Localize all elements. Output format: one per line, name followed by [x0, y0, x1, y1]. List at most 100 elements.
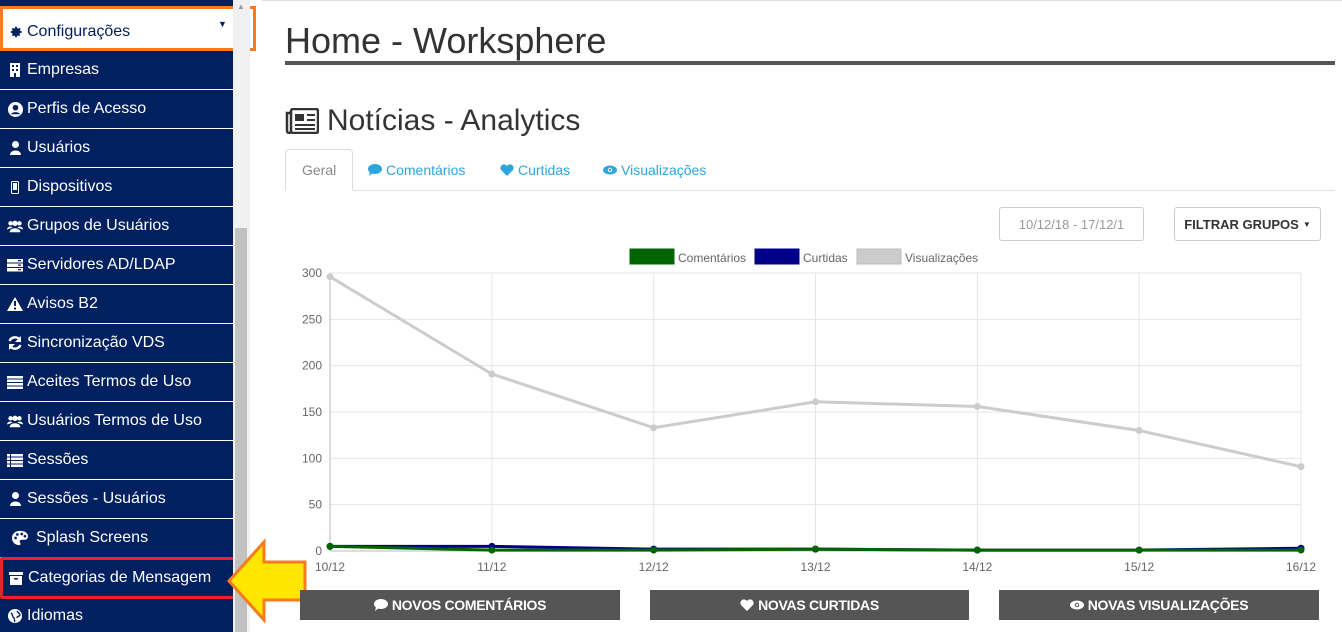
sidebar-item-servidores-ad-ldap[interactable]: Servidores AD/LDAP: [0, 246, 233, 285]
scroll-up-icon[interactable]: ▲: [237, 2, 245, 11]
sidebar-item-usuarios[interactable]: Usuários: [0, 129, 233, 168]
y-tick-label: 50: [309, 498, 323, 512]
comment-icon: [368, 164, 382, 176]
globe-icon: [7, 609, 23, 623]
sidebar-item-label: Aceites Termos de Uso: [27, 373, 192, 390]
sidebar-item-grupos-de-usuarios[interactable]: Grupos de Usuários: [0, 207, 233, 246]
x-tick-label: 15/12: [1124, 560, 1154, 574]
new-views-button[interactable]: NOVAS VISUALIZAÇÕES: [999, 590, 1319, 620]
list-alt-icon: [7, 453, 23, 467]
sidebar-item-label: Sessões - Usuários: [27, 490, 166, 507]
sidebar-item-label: Categorias de Mensagem: [28, 569, 212, 586]
new-comments-button[interactable]: NOVOS COMENTÁRIOS: [300, 590, 620, 620]
gear-icon: [10, 26, 22, 38]
title-underline: [285, 61, 1335, 65]
sidebar-top-label: Configurações: [27, 23, 131, 40]
x-tick-label: 16/12: [1286, 560, 1316, 574]
y-tick-label: 100: [302, 451, 322, 465]
tab-geral[interactable]: Geral: [285, 149, 354, 191]
sidebar-item-sincronizacao-vds[interactable]: Sincronização VDS: [0, 324, 233, 363]
y-tick-label: 150: [302, 405, 322, 419]
warning-icon: [7, 297, 23, 311]
users-icon: [7, 414, 23, 428]
y-tick-label: 0: [315, 544, 322, 558]
user-icon: [7, 141, 23, 155]
sidebar-item-categorias-de-mensagem[interactable]: Categorias de Mensagem: [0, 557, 240, 599]
sidebar-item-dispositivos[interactable]: Dispositivos: [0, 168, 233, 207]
users-icon: [7, 219, 23, 233]
eye-icon: [1069, 600, 1084, 610]
caret-down-icon: ▼: [1302, 219, 1311, 229]
sidebar-item-usuarios-termos-de-uso[interactable]: Usuários Termos de Uso: [0, 402, 233, 441]
sidebar-item-idiomas[interactable]: Idiomas: [0, 597, 233, 632]
sidebar-item-avisos-b2[interactable]: Avisos B2: [0, 285, 233, 324]
newspaper-icon: [285, 108, 319, 134]
sidebar-item-label: Idiomas: [27, 607, 84, 624]
sidebar-item-aceites-termos-de-uso[interactable]: Aceites Termos de Uso: [0, 363, 233, 402]
legend-label: Comentários: [678, 251, 746, 265]
section-title-text: Notícias - Analytics: [327, 104, 581, 137]
tab-label: Curtidas: [518, 162, 571, 178]
y-tick-label: 300: [302, 266, 322, 280]
sidebar-item-label: Dispositivos: [27, 178, 113, 195]
chevron-down-icon[interactable]: ▼: [218, 19, 227, 29]
legend-label: Visualizações: [905, 251, 978, 265]
legend-swatch: [856, 248, 902, 265]
tab-label: Visualizações: [621, 162, 707, 178]
tab-comentarios[interactable]: Comentários: [352, 149, 481, 191]
tab-label: Geral: [302, 162, 337, 178]
page-title: Home - Worksphere: [285, 20, 607, 61]
filter-groups-label: FILTRAR GRUPOS: [1184, 216, 1299, 232]
user-icon: [7, 492, 23, 506]
sidebar-item-empresas[interactable]: Empresas: [0, 51, 233, 90]
data-point-2: [326, 273, 334, 281]
eye-icon: [603, 165, 617, 175]
sidebar-item-label: Sincronização VDS: [27, 334, 165, 351]
sidebar-item-sessoes[interactable]: Sessões: [0, 441, 233, 480]
sidebar-item-splash-screens[interactable]: Splash Screens: [0, 519, 233, 558]
sidebar-item-label: Grupos de Usuários: [27, 217, 170, 234]
sidebar-item-label: Splash Screens: [36, 529, 149, 546]
new-likes-label: NOVAS CURTIDAS: [758, 597, 879, 613]
x-tick-label: 12/12: [639, 560, 669, 574]
sidebar-item-configuracoes[interactable]: Configurações ▼: [0, 6, 256, 51]
sidebar-item-label: Servidores AD/LDAP: [27, 256, 176, 273]
legend-swatch: [754, 248, 800, 265]
top-divider: [262, 0, 1342, 1]
data-point-0: [488, 546, 496, 554]
data-point-2: [973, 402, 981, 410]
server-icon: [7, 258, 23, 272]
x-tick-label: 10/12: [315, 560, 345, 574]
sidebar-item-sessoes-usuarios[interactable]: Sessões - Usuários: [0, 480, 233, 519]
archive-icon: [8, 571, 24, 585]
sidebar-item-perfis-de-acesso[interactable]: Perfis de Acesso: [0, 90, 233, 129]
palette-icon: [12, 530, 28, 546]
building-icon: [7, 63, 23, 77]
sidebar-item-label: Usuários: [27, 139, 91, 156]
date-range-input[interactable]: 10/12/18 - 17/12/1: [999, 207, 1144, 241]
data-point-0: [650, 546, 658, 554]
tab-curtidas[interactable]: Curtidas: [484, 149, 586, 191]
data-point-0: [812, 545, 819, 553]
comment-icon: [373, 599, 388, 611]
new-likes-button[interactable]: NOVAS CURTIDAS: [650, 590, 969, 620]
data-point-0: [1135, 546, 1143, 554]
tab-label: Comentários: [386, 162, 466, 178]
refresh-icon: [7, 336, 23, 350]
x-tick-label: 11/12: [477, 560, 506, 574]
legend-label: Curtidas: [803, 251, 848, 265]
user-circle-icon: [7, 101, 23, 117]
tab-visualizacoes[interactable]: Visualizações: [587, 149, 722, 191]
x-tick-label: 14/12: [962, 560, 992, 574]
filter-groups-button[interactable]: FILTRAR GRUPOS ▼: [1174, 207, 1321, 241]
data-point-2: [650, 424, 658, 432]
sidebar-item-label: Empresas: [27, 61, 100, 78]
sidebar-item-label: Avisos B2: [27, 295, 98, 312]
new-comments-label: NOVOS COMENTÁRIOS: [391, 597, 547, 613]
data-point-2: [488, 370, 496, 378]
analytics-line-chart: 0 50 100 150 200 250 300 10/12 11/12 12/12 13/12 14…: [302, 248, 1316, 574]
section-title: Notícias - Analytics: [285, 104, 580, 138]
heart-icon: [500, 164, 514, 176]
y-tick-label: 250: [302, 312, 322, 326]
data-point-0: [973, 546, 981, 554]
